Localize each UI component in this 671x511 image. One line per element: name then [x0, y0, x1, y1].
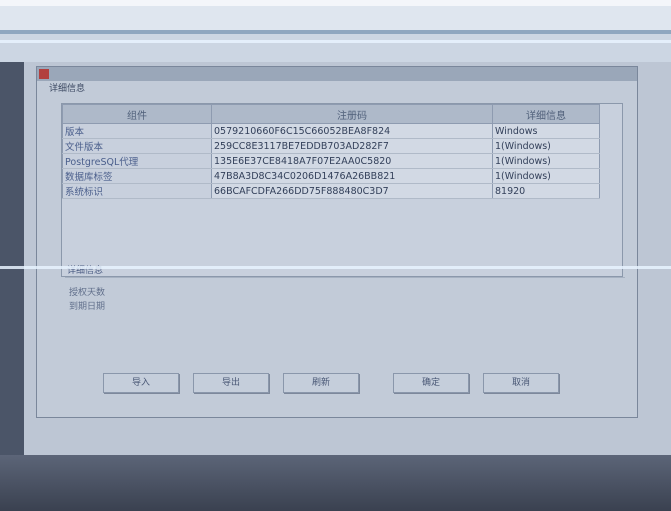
- group-label: 详细信息: [49, 84, 86, 94]
- cell-detail: 1(Windows): [492, 153, 600, 169]
- license-table-frame: 组件 注册码 详细信息 版本 0579210660F6C15C66052BEA8…: [61, 103, 623, 277]
- cell-name: PostgreSQL代理: [62, 153, 212, 169]
- import-button[interactable]: 导入: [103, 373, 179, 393]
- column-header-detail[interactable]: 详细信息: [492, 104, 600, 124]
- export-button[interactable]: 导出: [193, 373, 269, 393]
- table-row[interactable]: 数据库标签 47B8A3D8C34C0206D1476A26BB821 1(Wi…: [62, 168, 600, 184]
- cell-name: 系统标识: [62, 183, 212, 199]
- refresh-button[interactable]: 刷新: [283, 373, 359, 393]
- monitor-bezel-bottom: [0, 455, 671, 511]
- divider: [65, 277, 625, 278]
- table-row[interactable]: 版本 0579210660F6C15C66052BEA8F824 Windows: [62, 123, 600, 139]
- photo-top-area: [0, 0, 671, 62]
- cell-code: 0579210660F6C15C66052BEA8F824: [211, 123, 493, 139]
- cancel-button[interactable]: 取消: [483, 373, 559, 393]
- info-line-days: 授权天数: [69, 288, 106, 298]
- screen-glare: [0, 266, 671, 269]
- cell-code: 259CC8E3117BE7EDDB703AD282F7: [211, 138, 493, 154]
- license-dialog: 详细信息 组件 注册码 详细信息 版本 0579210660F6C15C6605…: [36, 66, 638, 418]
- cell-name: 文件版本: [62, 138, 212, 154]
- license-table: 组件 注册码 详细信息 版本 0579210660F6C15C66052BEA8…: [62, 104, 600, 199]
- cell-code: 47B8A3D8C34C0206D1476A26BB821: [211, 168, 493, 184]
- table-header-row: 组件 注册码 详细信息: [62, 104, 600, 124]
- cell-name: 版本: [62, 123, 212, 139]
- cell-name: 数据库标签: [62, 168, 212, 184]
- ok-button[interactable]: 确定: [393, 373, 469, 393]
- app-icon: [39, 69, 49, 79]
- info-heading: 详细信息: [67, 266, 104, 276]
- cell-detail: Windows: [492, 123, 600, 139]
- cell-detail: 1(Windows): [492, 138, 600, 154]
- cell-code: 66BCAFCDFA266DD75F888480C3D7: [211, 183, 493, 199]
- cell-detail: 1(Windows): [492, 168, 600, 184]
- cell-detail: 81920: [492, 183, 600, 199]
- info-line-expiry: 到期日期: [69, 302, 106, 312]
- table-row[interactable]: 文件版本 259CC8E3117BE7EDDB703AD282F7 1(Wind…: [62, 138, 600, 154]
- table-row[interactable]: PostgreSQL代理 135E6E37CE8418A7F07E2AA0C58…: [62, 153, 600, 169]
- screen-glare: [0, 40, 671, 43]
- table-row[interactable]: 系统标识 66BCAFCDFA266DD75F888480C3D7 81920: [62, 183, 600, 199]
- column-header-code[interactable]: 注册码: [211, 104, 493, 124]
- cell-code: 135E6E37CE8418A7F07E2AA0C5820: [211, 153, 493, 169]
- column-header-component[interactable]: 组件: [62, 104, 212, 124]
- title-bar[interactable]: [37, 67, 637, 81]
- monitor-bezel-left: [0, 62, 24, 511]
